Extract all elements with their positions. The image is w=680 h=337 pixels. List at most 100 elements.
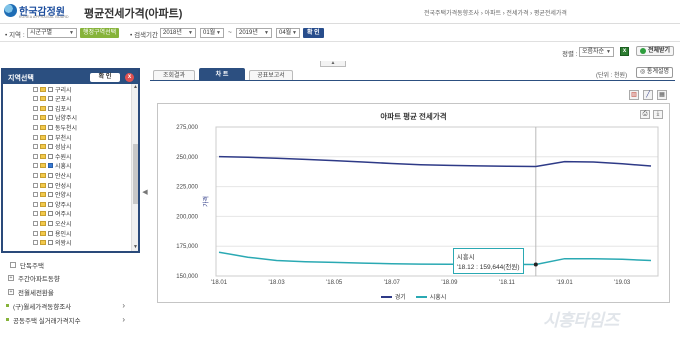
folder-icon: [40, 192, 46, 198]
page-header: 한국감정원 KOREA APPRAISAL BOARD 평균전세가격(아파트) …: [0, 0, 680, 24]
region-tree-item[interactable]: 안양시: [33, 191, 72, 199]
x-tick-label: '18.07: [384, 280, 401, 286]
region-checkbox[interactable]: [48, 153, 53, 159]
region-scrollbar[interactable]: ▲ ▼: [131, 84, 138, 251]
chart-tooltip: 시흥시 '18.12 : 159,644(천원): [452, 247, 524, 274]
left-menu-item[interactable]: + 전월세전환율: [8, 285, 143, 298]
left-menu-item[interactable]: 공동주택 실거래가격지수 ›: [0, 313, 135, 326]
region-tree-item[interactable]: 구리시: [33, 85, 72, 94]
region-checkbox[interactable]: [48, 124, 53, 130]
search-confirm-button[interactable]: 확 인: [303, 28, 324, 38]
tree-toggle-icon[interactable]: [33, 211, 38, 217]
collapse-top-icon[interactable]: ▲: [320, 61, 346, 67]
page-title: 평균전세가격(아파트): [84, 8, 183, 20]
region-select-button[interactable]: 행정구역선택: [80, 28, 120, 38]
left-menu-item[interactable]: (구)월세가격동향조사 ›: [0, 299, 135, 312]
region-tree-item[interactable]: 김포시: [33, 104, 72, 113]
region-checkbox[interactable]: [48, 211, 53, 217]
region-checkbox[interactable]: [48, 144, 53, 150]
tree-toggle-icon[interactable]: [33, 182, 38, 188]
tree-toggle-icon[interactable]: [33, 105, 38, 111]
close-icon[interactable]: x: [125, 73, 134, 82]
region-checkbox[interactable]: [48, 172, 53, 178]
start-year-select[interactable]: 2018년 ▼: [160, 28, 196, 38]
region-tree-item[interactable]: 안산시: [33, 171, 72, 180]
region-checkbox[interactable]: [48, 105, 53, 111]
watermark: 시흥타임즈: [543, 311, 619, 330]
region-confirm-button[interactable]: 확 인: [90, 73, 120, 82]
scroll-up-icon[interactable]: ▲: [132, 84, 139, 90]
region-item-label: 의왕시: [55, 241, 72, 248]
region-tree-item[interactable]: 양주시: [33, 200, 72, 209]
region-tree-item[interactable]: 여주시: [33, 210, 72, 218]
region-tree-item[interactable]: 안성시: [33, 181, 72, 190]
region-checkbox[interactable]: [48, 134, 53, 140]
tree-toggle-icon[interactable]: [33, 220, 38, 226]
tree-toggle-icon[interactable]: [33, 115, 38, 121]
chevron-down-icon: ▼: [216, 30, 221, 36]
region-select[interactable]: 시군구별 ▼: [27, 28, 77, 38]
sort-select-value: 오름차순: [582, 49, 605, 55]
tree-toggle-icon[interactable]: [33, 153, 38, 159]
region-scroll-thumb[interactable]: [133, 144, 138, 204]
region-checkbox[interactable]: [48, 192, 53, 198]
bar-chart-icon[interactable]: ▥: [629, 90, 639, 100]
legend-item[interactable]: 시흥시: [415, 292, 446, 301]
tree-toggle-icon[interactable]: [33, 86, 38, 92]
region-tree-item[interactable]: 남양주시: [33, 114, 77, 122]
collapse-panel-icon[interactable]: ◀: [142, 188, 148, 202]
tree-toggle-icon[interactable]: [33, 134, 38, 140]
tree-toggle-icon[interactable]: [33, 124, 38, 130]
region-checkbox[interactable]: [48, 201, 53, 207]
unit-label: (단위 : 천원): [596, 73, 628, 79]
scroll-down-icon[interactable]: ▼: [132, 244, 139, 250]
tree-toggle-icon[interactable]: [33, 172, 38, 178]
stats-button-label: 통계설명: [646, 69, 670, 75]
tree-toggle-icon[interactable]: [33, 240, 38, 246]
chevron-down-icon: ▼: [69, 30, 74, 36]
region-checkbox[interactable]: [48, 220, 53, 226]
x-tick-label: '18.11: [499, 280, 515, 286]
start-month-select[interactable]: 01월 ▼: [200, 28, 224, 38]
region-checkbox[interactable]: [48, 182, 53, 188]
end-year-select[interactable]: 2019년 ▼: [236, 28, 272, 38]
end-month-select[interactable]: 04월 ▼: [276, 28, 300, 38]
region-tree-item[interactable]: 용인시: [33, 229, 72, 238]
line-chart-icon[interactable]: ╱: [643, 90, 653, 100]
x-tick-label: '18.05: [326, 280, 343, 286]
left-menu-sub-item[interactable]: 단독주택: [10, 258, 145, 271]
region-checkbox[interactable]: [48, 86, 53, 92]
legend-item[interactable]: 경기: [380, 292, 406, 301]
excel-download-icon[interactable]: x: [620, 47, 629, 56]
region-tree-item[interactable]: 성남시: [33, 143, 72, 151]
tree-toggle-icon[interactable]: [33, 163, 38, 169]
left-menu-item[interactable]: + 주간아파트동향: [8, 271, 143, 284]
left-menu-sub-label: 단독주택: [20, 262, 44, 270]
stats-description-button[interactable]: ◎ 통계설명: [636, 67, 674, 78]
period-separator: ~: [228, 29, 232, 36]
region-checkbox[interactable]: [48, 115, 53, 121]
tree-toggle-icon[interactable]: [33, 201, 38, 207]
region-checkbox[interactable]: [48, 96, 53, 102]
region-tree-item[interactable]: 시흥시: [33, 162, 72, 170]
logo-icon: [4, 4, 17, 17]
region-tree-item[interactable]: 수원시: [33, 152, 72, 161]
sort-select[interactable]: 오름차순 ▼: [579, 47, 614, 57]
region-tree-item[interactable]: 부천시: [33, 133, 72, 142]
end-month-value: 04월: [279, 30, 292, 36]
tree-toggle-icon[interactable]: [33, 230, 38, 236]
tooltip-point-marker: [533, 262, 538, 267]
region-checkbox[interactable]: [48, 163, 53, 169]
download-all-button[interactable]: 전체받기: [636, 46, 675, 56]
tree-toggle-icon[interactable]: [33, 144, 38, 150]
chart-settings-icon[interactable]: ▦: [657, 90, 667, 100]
region-checkbox[interactable]: [48, 240, 53, 246]
tree-toggle-icon[interactable]: [33, 192, 38, 198]
region-tree-item[interactable]: 오산시: [33, 219, 72, 228]
region-tree-item[interactable]: 동두천시: [33, 123, 77, 132]
region-checkbox[interactable]: [48, 230, 53, 236]
filter-divider: [0, 41, 680, 42]
region-tree-item[interactable]: 군포시: [33, 95, 72, 103]
tree-toggle-icon[interactable]: [33, 96, 38, 102]
region-tree-item[interactable]: 의왕시: [33, 239, 72, 247]
